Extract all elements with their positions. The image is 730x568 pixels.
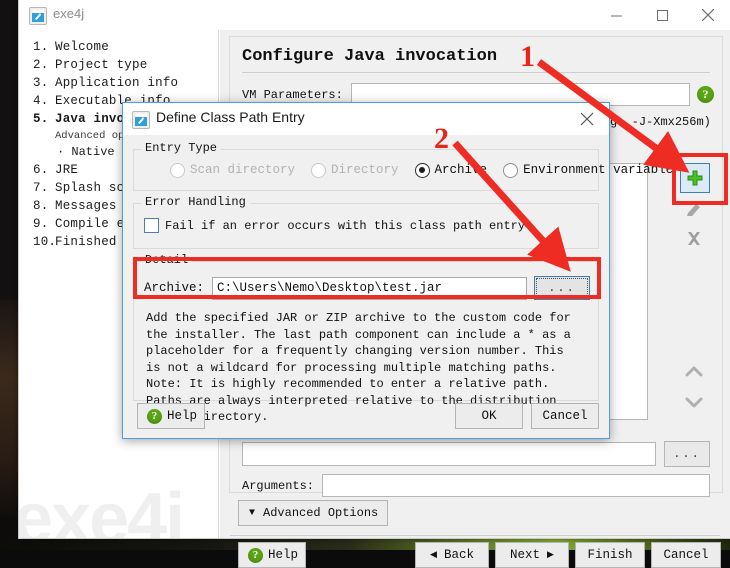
detail-legend: Detail	[141, 253, 193, 267]
back-button-label: Back	[443, 548, 474, 562]
edit-entry-button[interactable]	[680, 195, 708, 223]
app-icon	[29, 7, 47, 25]
arguments-row: Arguments:	[242, 474, 710, 497]
radio-environment-variable[interactable]: Environment variable	[503, 162, 674, 178]
advanced-options-button[interactable]: ▼ Advanced Options	[238, 500, 388, 526]
step-number: 1.	[33, 40, 49, 54]
dialog-title: Define Class Path Entry	[156, 109, 305, 125]
radio-scan-directory[interactable]: Scan directory	[170, 162, 296, 178]
step-label: Application info	[55, 76, 179, 90]
close-button[interactable]	[685, 0, 730, 30]
radio-environment-variable-dot	[503, 162, 519, 178]
fail-on-error-label: Fail if an error occurs with this class …	[165, 218, 526, 233]
move-up-button[interactable]	[680, 358, 708, 386]
move-down-button[interactable]	[680, 388, 708, 416]
arrow-right-icon: ▶	[547, 550, 554, 560]
window-title: exe4j	[53, 6, 85, 21]
dialog-footer: ? Help OK Cancel	[123, 403, 609, 429]
radio-directory[interactable]: Directory	[311, 162, 399, 178]
step-number: 5.	[33, 112, 49, 126]
main-class-row: ...	[242, 441, 710, 467]
radio-scan-directory-dot	[170, 162, 185, 178]
add-entry-button[interactable]	[680, 163, 710, 193]
dialog-close-button[interactable]	[565, 103, 609, 135]
step-number: 6.	[33, 163, 49, 177]
dialog-ok-button[interactable]: OK	[455, 403, 523, 429]
finish-button[interactable]: Finish	[575, 542, 645, 568]
arguments-label: Arguments:	[242, 478, 315, 493]
entry-type-legend: Entry Type	[141, 141, 222, 155]
archive-label: Archive:	[144, 281, 205, 295]
window-controls	[593, 0, 730, 30]
main-class-browse-button[interactable]: ...	[664, 441, 710, 467]
sidebar-item-project-type[interactable]: 2. Project type	[19, 56, 219, 74]
dialog-cancel-button[interactable]: Cancel	[531, 403, 599, 429]
radio-scan-directory-label: Scan directory	[190, 163, 296, 177]
minimize-button[interactable]	[593, 0, 639, 30]
step-label: JRE	[55, 163, 79, 177]
help-icon: ?	[146, 408, 162, 424]
dialog-help-button[interactable]: ? Help	[137, 403, 205, 429]
fail-on-error-checkbox[interactable]	[144, 218, 159, 233]
step-number: 2.	[33, 58, 49, 72]
error-handling-legend: Error Handling	[141, 195, 250, 209]
detail-group: Detail Archive: C:\Users\Nemo\Desktop\te…	[133, 253, 599, 424]
class-path-toolbar	[680, 163, 710, 418]
chevron-down-icon: ▼	[249, 507, 256, 519]
help-icon[interactable]: ?	[697, 86, 714, 103]
step-label: Project type	[55, 58, 148, 72]
arrow-left-icon: ◀	[430, 550, 437, 560]
step-number: 3.	[33, 76, 49, 90]
step-number: 8.	[33, 199, 49, 213]
dialog-help-label: Help	[166, 409, 197, 423]
radio-archive[interactable]: Archive	[414, 162, 488, 178]
help-button[interactable]: ? Help	[238, 542, 306, 568]
step-number: 9.	[33, 217, 49, 231]
vm-parameters-label: VM Parameters:	[242, 87, 343, 102]
dialog-title-bar: Define Class Path Entry	[123, 103, 609, 135]
sidebar-item-application-info[interactable]: 3. Application info	[19, 74, 219, 92]
app-icon	[132, 111, 150, 129]
remove-entry-button[interactable]	[680, 225, 708, 253]
radio-directory-dot	[311, 162, 327, 178]
page-title: Configure Java invocation	[242, 47, 498, 66]
advanced-options-label: Advanced Options	[263, 506, 379, 520]
radio-environment-variable-label: Environment variable	[523, 163, 674, 177]
step-label: Finished	[55, 235, 117, 249]
footer-divider	[230, 535, 720, 536]
cancel-button[interactable]: Cancel	[651, 542, 721, 568]
step-number: 10.	[33, 235, 57, 249]
back-button[interactable]: ◀ Back	[415, 542, 489, 568]
step-label: Messages	[55, 199, 117, 213]
step-label: Welcome	[55, 40, 109, 54]
entry-type-group: Entry Type Scan directory Directory Arch…	[133, 141, 673, 191]
arguments-input[interactable]	[322, 474, 710, 497]
define-class-path-entry-dialog: Define Class Path Entry Entry Type Scan …	[122, 102, 673, 439]
archive-row: Archive: C:\Users\Nemo\Desktop\test.jar …	[134, 262, 598, 300]
radio-archive-dot	[414, 162, 430, 178]
radio-archive-label: Archive	[434, 163, 488, 177]
dialog-body: Entry Type Scan directory Directory Arch…	[123, 135, 673, 437]
entry-type-options: Scan directory Directory Archive Environ…	[134, 150, 673, 190]
title-divider	[242, 72, 710, 73]
sidebar-item-welcome[interactable]: 1. Welcome	[19, 38, 219, 56]
radio-directory-label: Directory	[331, 163, 399, 177]
archive-browse-button[interactable]: ...	[534, 276, 590, 300]
wizard-nav: ◀ Back Next ▶ Finish Cancel	[415, 542, 721, 568]
sidebar-watermark: exe4j	[19, 479, 185, 538]
archive-input[interactable]: C:\Users\Nemo\Desktop\test.jar	[212, 276, 527, 300]
help-button-label: Help	[267, 548, 298, 562]
next-button-label: Next	[510, 548, 541, 562]
main-class-input[interactable]	[242, 442, 656, 466]
next-button[interactable]: Next ▶	[495, 542, 569, 568]
error-handling-group: Error Handling Fail if an error occurs w…	[133, 195, 599, 249]
wizard-footer: ? Help ◀ Back Next ▶ Finish Cancel	[220, 542, 730, 568]
title-bar: exe4j	[19, 0, 730, 30]
step-number: 7.	[33, 181, 49, 195]
maximize-button[interactable]	[639, 0, 685, 30]
step-number: 4.	[33, 94, 49, 108]
